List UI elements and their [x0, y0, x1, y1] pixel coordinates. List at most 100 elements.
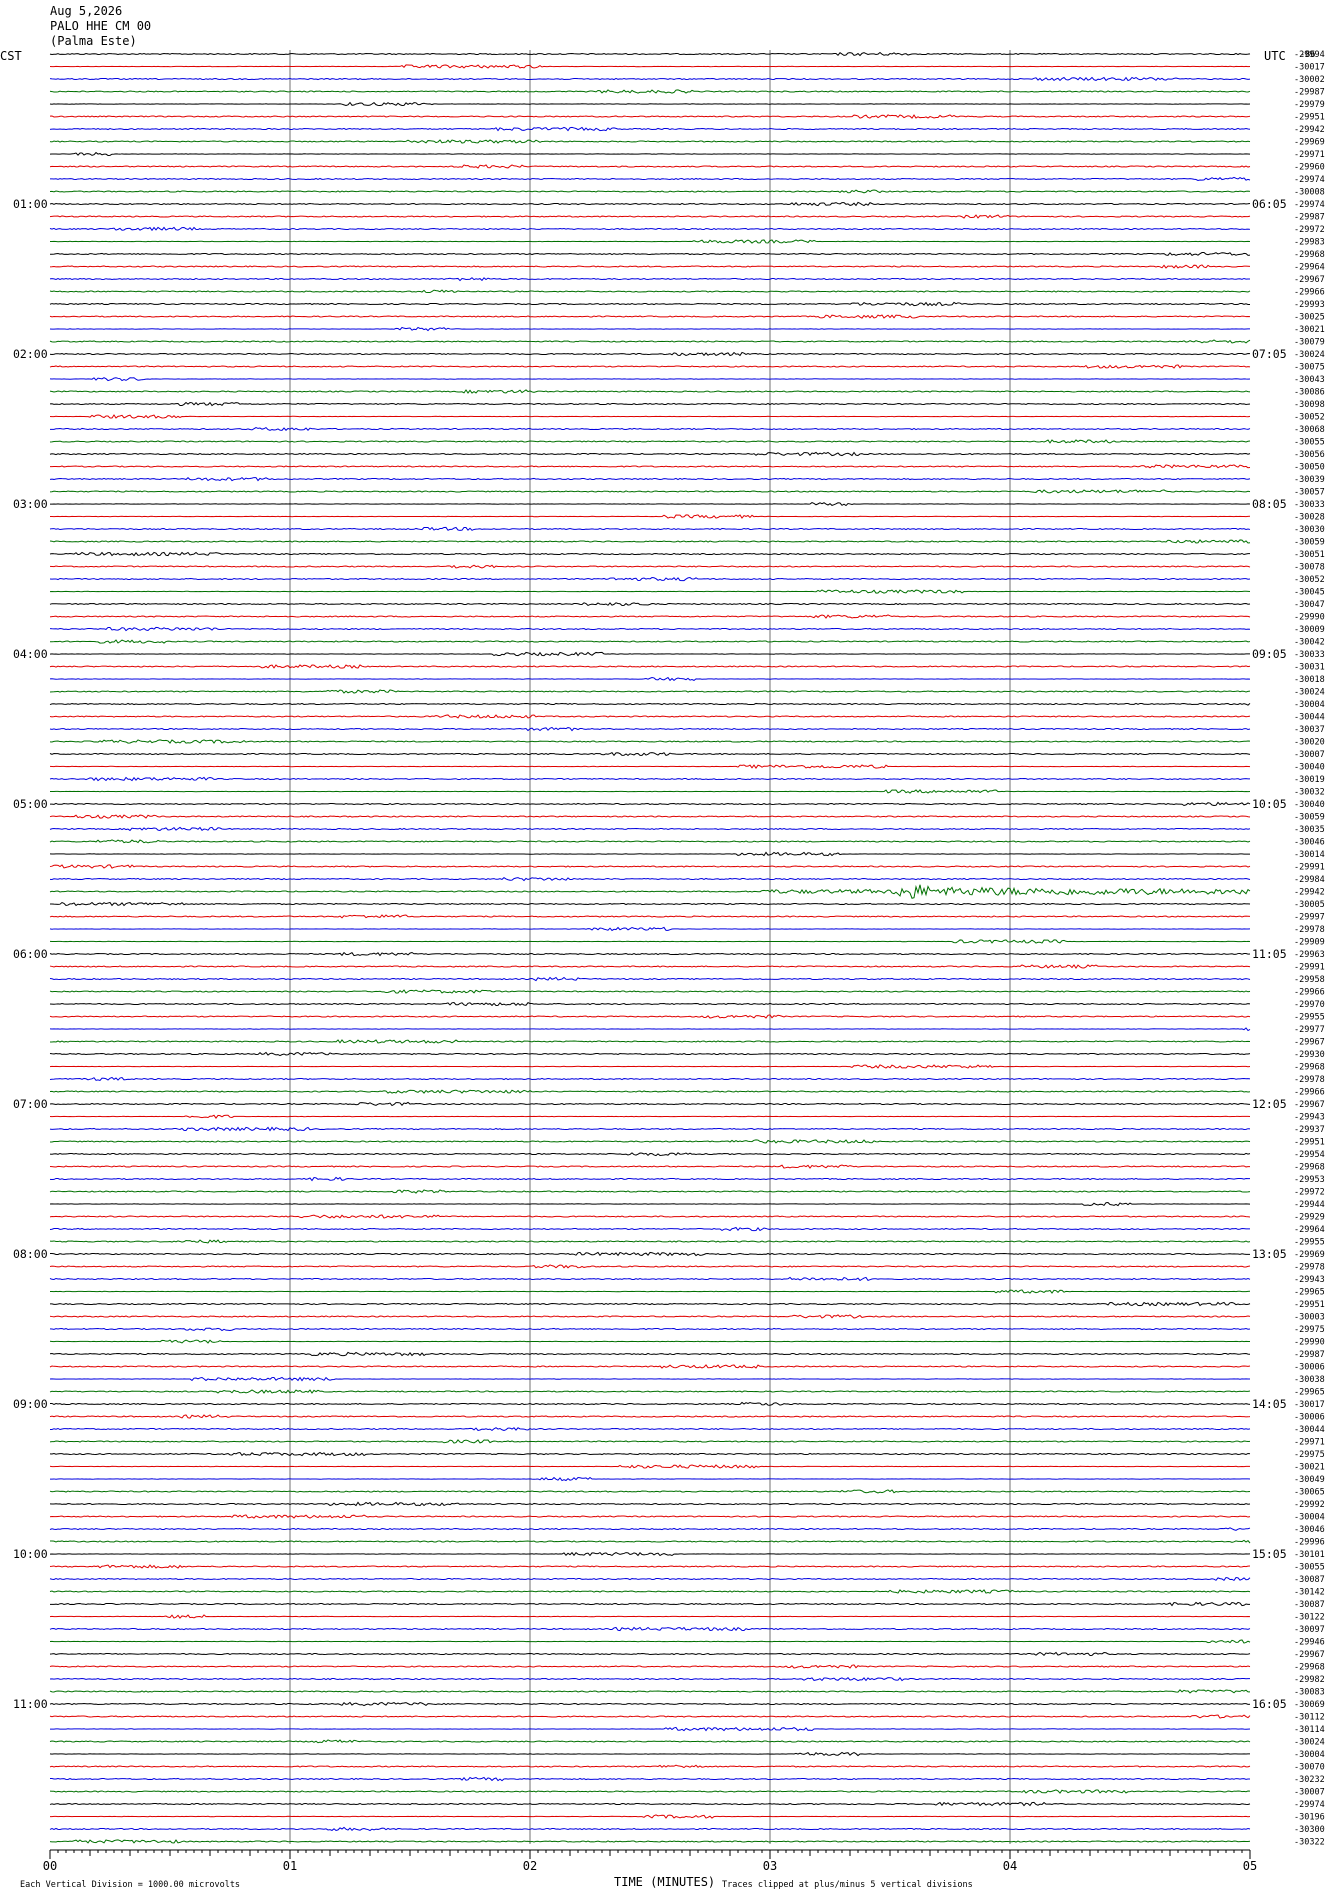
- trace-offset-label: -29954: [1294, 1150, 1325, 1160]
- seismic-trace: [49, 1764, 1251, 1769]
- seismic-trace: [49, 301, 1251, 307]
- seismic-trace: [49, 1839, 1251, 1844]
- seismic-trace: [49, 1027, 1251, 1032]
- seismic-trace: [49, 1739, 1251, 1744]
- trace-offset-label: -29955: [1294, 1013, 1325, 1023]
- trace-offset-label: -30065: [1294, 1488, 1325, 1498]
- right-hour-label: 07:05: [1252, 347, 1287, 361]
- trace-offset-label: -29972: [1294, 225, 1325, 235]
- seismic-trace: [49, 1364, 1251, 1369]
- seismic-trace: [49, 752, 1251, 757]
- seismic-trace: [49, 1414, 1251, 1419]
- trace-offset-label: -30055: [1294, 1563, 1325, 1573]
- time-axis: 00 01 02 03 04 05: [43, 1849, 1257, 1873]
- trace-offset-label: -30079: [1294, 338, 1325, 348]
- seismic-trace: [49, 1076, 1251, 1082]
- trace-offset-label: -30042: [1294, 638, 1325, 648]
- seismic-trace: [49, 277, 1251, 282]
- trace-offset-label: -30052: [1294, 413, 1325, 423]
- trace-offset-label: -29993: [1294, 300, 1325, 310]
- seismic-trace: [49, 489, 1251, 494]
- trace-offset-label: -30075: [1294, 363, 1325, 373]
- trace-offset-label: -30028: [1294, 513, 1325, 523]
- seismic-trace: [49, 1464, 1251, 1469]
- trace-offset-label: -30006: [1294, 1363, 1325, 1373]
- seismic-trace: [49, 1226, 1251, 1232]
- seismic-trace: [49, 1176, 1251, 1182]
- seismic-trace: [49, 51, 1251, 57]
- trace-offset-label: -30019: [1294, 775, 1325, 785]
- seismic-trace: [49, 851, 1251, 857]
- seismic-trace: [49, 602, 1251, 607]
- trace-offset-label: -29982: [1294, 1675, 1325, 1685]
- trace-offset-label: -30059: [1294, 538, 1325, 548]
- trace-offset-label: -29944: [1294, 1200, 1325, 1210]
- left-hour-label: 08:00: [13, 1247, 48, 1261]
- trace-offset-label: -30040: [1294, 763, 1325, 773]
- trace-offset-label: -30006: [1294, 1413, 1325, 1423]
- seismic-trace: [49, 989, 1251, 994]
- seismic-trace: [49, 1101, 1251, 1107]
- seismic-trace: [49, 614, 1251, 619]
- trace-offset-label: -29969: [1294, 1250, 1325, 1260]
- seismic-trace: [49, 214, 1251, 219]
- trace-offset-label: -30025: [1294, 313, 1325, 323]
- trace-offset-label: -30114: [1294, 1725, 1325, 1735]
- seismic-trace: [49, 189, 1251, 194]
- seismic-trace: [49, 1676, 1251, 1682]
- x-axis-title: TIME (MINUTES): [614, 1875, 715, 1889]
- seismic-trace: [49, 477, 1251, 482]
- right-hour-label: 13:05: [1252, 1247, 1287, 1261]
- trace-offset-label: -30097: [1294, 1625, 1325, 1635]
- left-hour-label: 04:00: [13, 647, 48, 661]
- trace-offset-label: -29967: [1294, 1650, 1325, 1660]
- seismic-trace: [49, 176, 1251, 181]
- seismic-trace: [49, 139, 1251, 144]
- seismic-trace: [49, 926, 1251, 932]
- seismic-trace: [49, 1301, 1251, 1307]
- right-hour-label: 12:05: [1252, 1097, 1287, 1111]
- trace-offset-label: -29966: [1294, 988, 1325, 998]
- x-tick-label: 01: [283, 1859, 297, 1873]
- trace-offset-label: -29951: [1294, 1300, 1325, 1310]
- seismic-trace: [49, 1789, 1251, 1794]
- trace-offset-label: -29987: [1294, 88, 1325, 98]
- seismic-trace: [49, 401, 1251, 407]
- seismic-trace: [49, 451, 1251, 457]
- trace-offset-label: -30040: [1294, 800, 1325, 810]
- x-tick-label: 04: [1003, 1859, 1017, 1873]
- seismic-trace: [49, 901, 1251, 907]
- trace-offset-label: -29990: [1294, 1338, 1325, 1348]
- seismic-trace: [49, 839, 1251, 844]
- trace-offset-label: -29968: [1294, 250, 1325, 260]
- trace-offset-label: -30035: [1294, 825, 1325, 835]
- seismic-trace: [49, 1189, 1251, 1194]
- seismic-trace: [49, 577, 1251, 582]
- seismic-trace: [49, 864, 1251, 869]
- trace-offset-label: -29971: [1294, 1438, 1325, 1448]
- seismic-trace: [49, 64, 1251, 69]
- trace-offset-label: -30086: [1294, 388, 1325, 398]
- trace-offset-label: -30004: [1294, 1750, 1325, 1760]
- seismic-trace: [49, 1239, 1251, 1244]
- trace-offset-label: -30024: [1294, 350, 1325, 360]
- trace-offset-label: -29969: [1294, 138, 1325, 148]
- seismic-trace: [49, 1114, 1251, 1119]
- seismic-trace: [49, 339, 1251, 344]
- trace-offset-label: -30007: [1294, 750, 1325, 760]
- trace-offset-label: -29983: [1294, 238, 1325, 248]
- seismic-trace: [49, 1664, 1251, 1669]
- seismic-trace: [49, 1427, 1251, 1432]
- seismic-trace: [49, 1639, 1251, 1644]
- right-hour-label: 16:05: [1252, 1697, 1287, 1711]
- seismic-trace: [49, 764, 1251, 769]
- trace-offset-label: -29975: [1294, 1450, 1325, 1460]
- seismic-trace: [49, 364, 1251, 369]
- trace-offset-label: -30024: [1294, 688, 1325, 698]
- seismic-trace: [49, 1476, 1251, 1482]
- seismic-trace: [49, 1376, 1251, 1382]
- right-timezone-label: UTC: [1264, 49, 1286, 63]
- seismic-trace: [49, 314, 1251, 319]
- trace-offset-label: -30044: [1294, 713, 1325, 723]
- trace-offset-label: -29991: [1294, 863, 1325, 873]
